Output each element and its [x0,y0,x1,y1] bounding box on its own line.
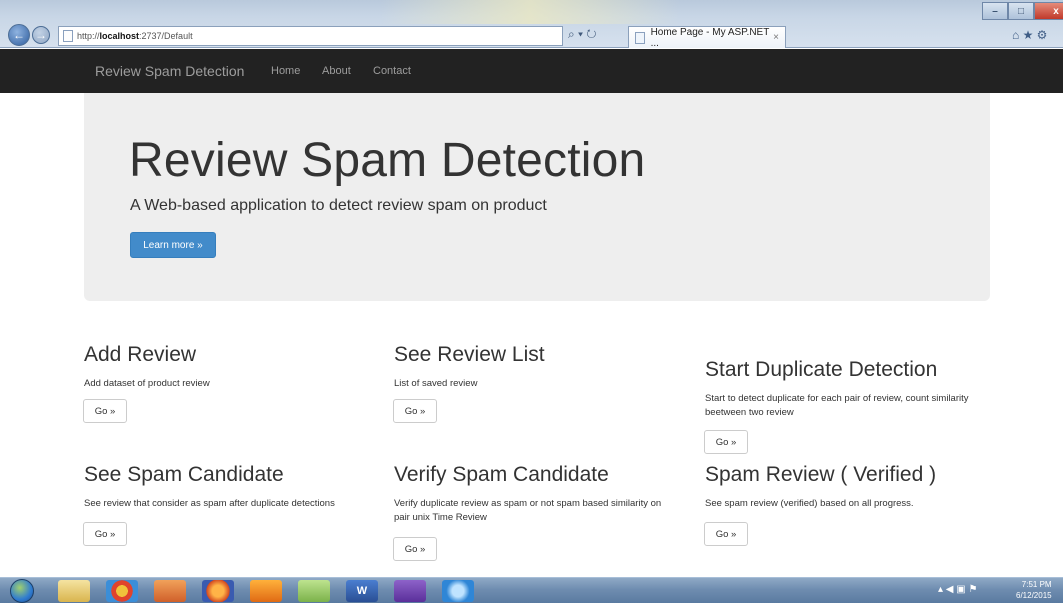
jumbotron: Review Spam Detection A Web-based applic… [84,93,990,301]
feature-title-verify-spam-candidate: Verify Spam Candidate [394,463,609,486]
address-bar[interactable]: http://localhost:2737/Default [58,26,563,46]
tab-title: Home Page - My ASP.NET ... [650,26,770,49]
url-rest: :2737/Default [139,31,193,41]
tab-home-page[interactable]: Home Page - My ASP.NET ... × [628,26,786,49]
go-button-add-review[interactable]: Go » [83,399,127,423]
learn-more-button[interactable]: Learn more » [130,232,216,258]
feature-title-start-duplicate-detection: Start Duplicate Detection [705,358,938,381]
internet-explorer-icon[interactable] [442,580,474,602]
feature-desc-see-review-list: List of saved review [394,378,478,389]
feature-title-see-spam-candidate: See Spam Candidate [84,463,284,486]
navbar-brand[interactable]: Review Spam Detection [95,63,244,79]
tab-close-icon[interactable]: × [773,32,779,43]
media-player-icon[interactable] [154,580,186,602]
tab-page-icon [635,31,645,44]
system-tray-icons[interactable]: ▴ ◀ ▣ ⚑ [938,584,977,595]
url-host: localhost [99,31,140,41]
maximize-button[interactable]: □ [1008,2,1034,20]
go-button-spam-review-verified[interactable]: Go » [704,522,748,546]
home-favorites-tools-icons[interactable]: ⌂ ★ ⚙ [1012,28,1047,42]
chrome-icon[interactable] [106,580,138,602]
url-prefix: http:// [77,31,100,41]
title-bar-glow [380,0,680,24]
firefox-icon[interactable] [202,580,234,602]
page-lead: A Web-based application to detect review… [130,197,547,214]
back-button[interactable]: ← [8,24,30,46]
explorer-icon[interactable] [58,580,90,602]
feature-desc-add-review: Add dataset of product review [84,378,210,389]
page-title: Review Spam Detection [129,134,646,187]
feature-title-spam-review-verified: Spam Review ( Verified ) [705,463,937,486]
app-g-icon[interactable] [250,580,282,602]
feature-desc-see-spam-candidate: See review that consider as spam after d… [84,498,335,509]
close-button[interactable]: x [1034,2,1063,20]
feature-title-add-review: Add Review [84,343,197,366]
go-button-start-duplicate-detection[interactable]: Go » [704,430,748,454]
feature-desc-start-duplicate-detection: Start to detect duplicate for each pair … [705,393,969,418]
feature-title-see-review-list: See Review List [394,343,545,366]
clock-date: 6/12/2015 [1016,591,1052,600]
forward-button[interactable]: → [32,26,50,44]
nav-link-about[interactable]: About [322,65,351,77]
window-controls: – □ x [982,2,1063,20]
clock-time: 7:51 PM [1021,580,1052,589]
feature-desc-verify-spam-candidate: Verify duplicate review as spam or not s… [394,498,662,523]
browser-chrome: ← → http://localhost:2737/Default ⌕ ▾ ↻ … [0,0,1063,49]
feature-desc-spam-review-verified: See spam review (verified) based on all … [705,498,914,509]
minimize-button[interactable]: – [982,2,1008,20]
search-refresh-icons[interactable]: ⌕ ▾ ↻ [568,27,597,42]
word-icon[interactable]: W [346,580,378,602]
page-icon [63,30,73,42]
start-button[interactable] [10,579,34,603]
go-button-verify-spam-candidate[interactable]: Go » [393,537,437,561]
taskbar-clock[interactable]: 7:51 PM 6/12/2015 [1016,579,1052,601]
site-navbar: Review Spam Detection Home About Contact [0,49,1063,93]
visual-studio-icon[interactable] [394,580,426,602]
nav-link-home[interactable]: Home [271,65,300,77]
taskbar: W ▴ ◀ ▣ ⚑ 7:51 PM 6/12/2015 [0,577,1063,603]
nav-link-contact[interactable]: Contact [373,65,411,77]
go-button-see-review-list[interactable]: Go » [393,399,437,423]
go-button-see-spam-candidate[interactable]: Go » [83,522,127,546]
folder-app-icon[interactable] [298,580,330,602]
